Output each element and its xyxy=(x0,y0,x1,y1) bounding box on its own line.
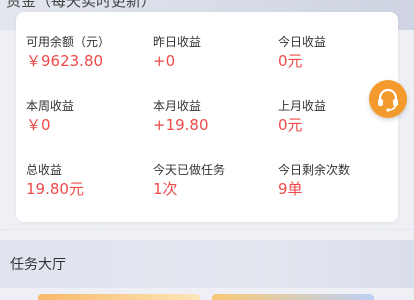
earnings-card: 可用余额（元） ￥9623.80 昨日收益 +0 今日收益 0元 本周收益 ￥0… xyxy=(16,12,398,222)
customer-service-button[interactable] xyxy=(369,80,407,118)
stat-available-balance: 可用余额（元） ￥9623.80 xyxy=(26,34,146,71)
stat-label: 今日剩余次数 xyxy=(278,163,351,177)
stat-label: 今日收益 xyxy=(278,35,327,49)
stat-label: 昨日收益 xyxy=(153,35,202,49)
task-hall-header: 任务大厅 xyxy=(0,240,414,288)
stat-yesterday-earnings: 昨日收益 +0 xyxy=(153,34,273,71)
funds-section-title: 资金（每天实时更新） xyxy=(6,0,157,10)
stat-value: 19.80元 xyxy=(26,180,84,198)
stat-label: 本周收益 xyxy=(26,99,75,113)
stat-month-earnings: 本月收益 +19.80 xyxy=(153,98,273,135)
task-banner-right[interactable] xyxy=(212,294,374,300)
stat-value: 9单 xyxy=(278,180,303,198)
stat-value: 0元 xyxy=(278,52,303,70)
stat-total-earnings: 总收益 19.80元 xyxy=(26,162,146,199)
stat-value: 1次 xyxy=(153,180,178,198)
stat-value: ￥9623.80 xyxy=(26,52,104,70)
stat-today-earnings: 今日收益 0元 xyxy=(278,34,398,71)
task-hall-title: 任务大厅 xyxy=(10,257,66,273)
stat-remaining-today: 今日剩余次数 9单 xyxy=(278,162,398,199)
stat-label: 总收益 xyxy=(26,163,63,177)
stat-label: 本月收益 xyxy=(153,99,202,113)
stat-week-earnings: 本周收益 ￥0 xyxy=(26,98,146,135)
section-divider xyxy=(0,229,414,230)
stat-label: 可用余额（元） xyxy=(26,35,111,49)
stat-value: 0元 xyxy=(278,116,303,134)
stat-tasks-done-today: 今天已做任务 1次 xyxy=(153,162,273,199)
stat-value: +0 xyxy=(153,52,176,70)
stat-label: 今天已做任务 xyxy=(153,163,226,177)
stat-value: +19.80 xyxy=(153,116,209,134)
headset-icon xyxy=(378,88,398,112)
task-banner-left[interactable] xyxy=(38,294,200,300)
stat-value: ￥0 xyxy=(26,116,51,134)
